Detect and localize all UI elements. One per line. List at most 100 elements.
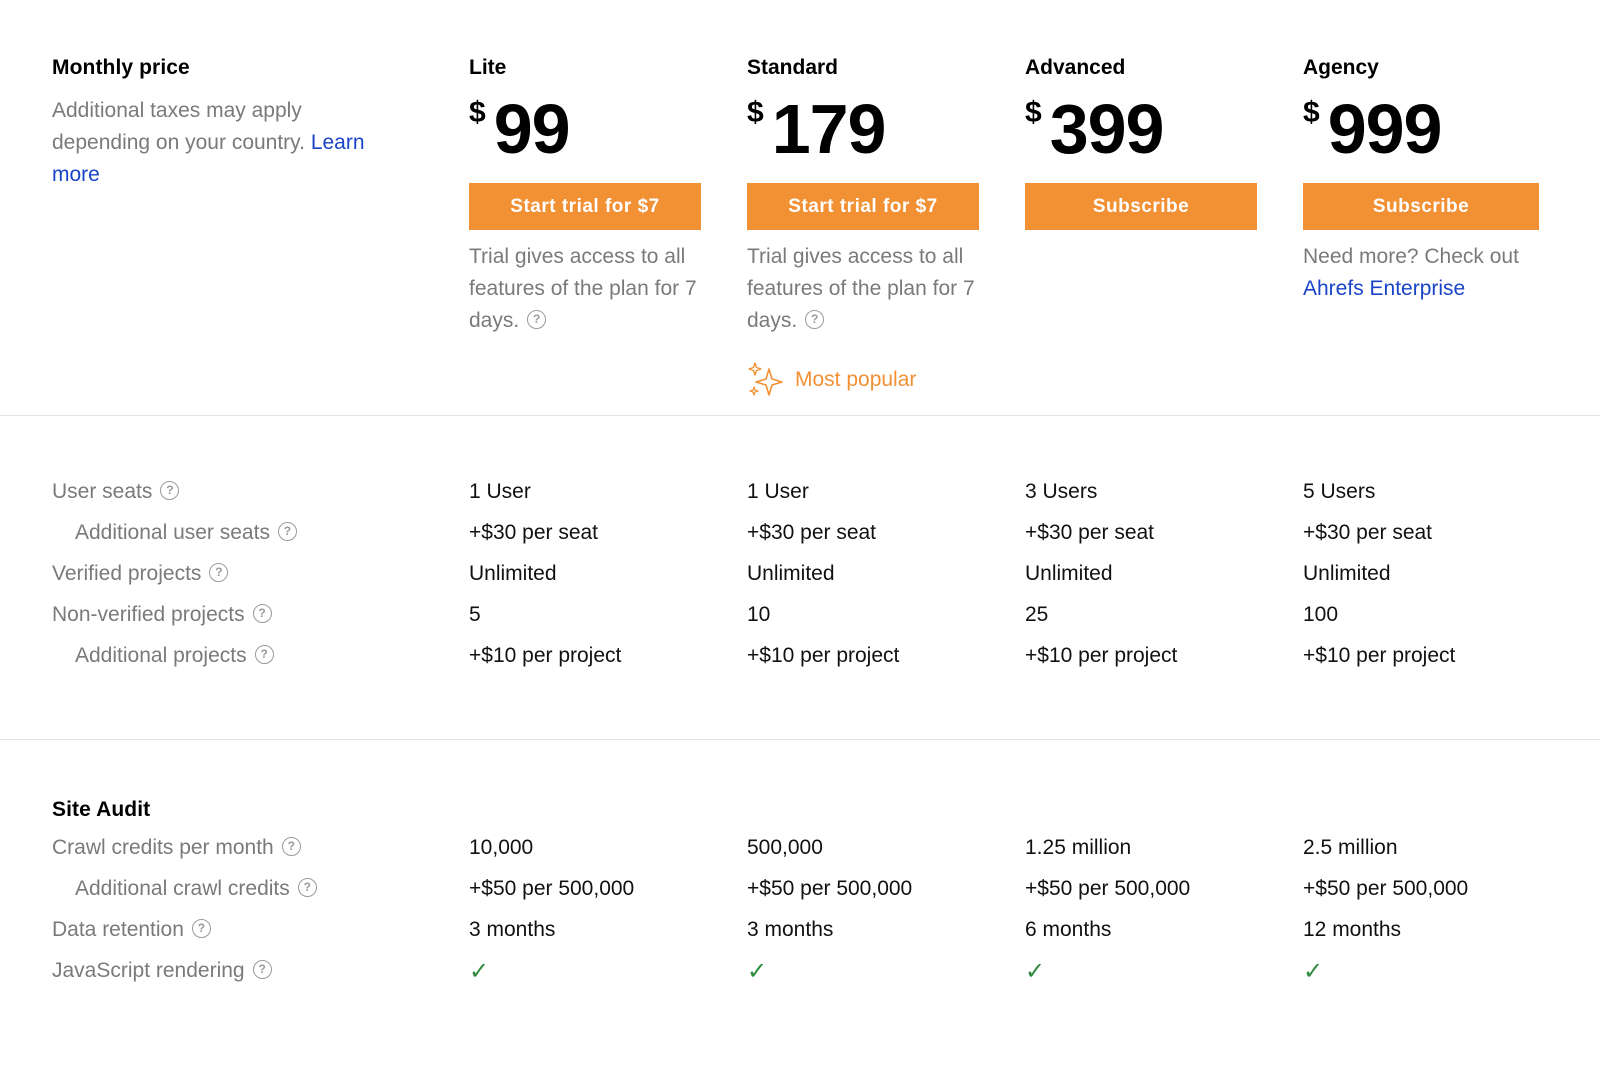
plan-name: Lite [469, 56, 507, 79]
taxes-note-text: Additional taxes may apply depending on … [52, 99, 305, 154]
help-icon[interactable]: ? [160, 480, 180, 500]
feature-value: +$50 per 500,000 [747, 877, 913, 900]
feature-label-text: Verified projects [52, 562, 202, 585]
feature-row: Crawl credits per month? 10,000 500,000 1.2… [0, 836, 1600, 866]
currency-symbol: $ [747, 96, 764, 129]
plan-price: $ 179 [747, 94, 983, 164]
help-icon[interactable]: ? [297, 877, 317, 897]
feature-value: 1 User [747, 480, 809, 503]
check-icon: ✓ [1025, 958, 1046, 985]
feature-value: +$10 per project [1025, 644, 1178, 667]
currency-symbol: $ [469, 96, 486, 129]
feature-value: +$50 per 500,000 [469, 877, 635, 900]
feature-row: Non-verified projects? 5 10 25 100 [0, 603, 1600, 633]
feature-value: 100 [1303, 603, 1339, 626]
feature-label-text: Crawl credits per month [52, 836, 274, 859]
feature-value: +$30 per seat [747, 521, 877, 544]
feature-value: 3 months [469, 918, 556, 941]
feature-value: +$10 per project [469, 644, 622, 667]
plan-column-agency: Agency $ 999 Subscribe Need more? Check … [1303, 56, 1553, 305]
feature-label-text: Non-verified projects [52, 603, 245, 626]
feature-row: User seats? 1 User 1 User 3 Users 5 Users [0, 480, 1600, 510]
start-trial-button[interactable]: Start trial for $7 [469, 183, 701, 230]
feature-label-text: Data retention [52, 918, 184, 941]
most-popular-label: Most popular [795, 368, 917, 391]
feature-value: Unlimited [1303, 562, 1391, 585]
currency-symbol: $ [1025, 96, 1042, 129]
feature-value: 5 [469, 603, 481, 626]
enterprise-note-text: Need more? Check out [1303, 245, 1519, 268]
check-icon: ✓ [469, 958, 490, 985]
ahrefs-enterprise-link[interactable]: Ahrefs Enterprise [1303, 277, 1465, 300]
currency-symbol: $ [1303, 96, 1320, 129]
help-icon[interactable]: ? [252, 959, 272, 979]
help-icon[interactable]: ? [252, 603, 272, 623]
site-audit-title: Site Audit [52, 798, 151, 821]
feature-label-text: User seats [52, 480, 153, 503]
help-icon[interactable]: ? [209, 562, 229, 582]
feature-label-text: JavaScript rendering [52, 959, 245, 982]
feature-value: +$50 per 500,000 [1303, 877, 1469, 900]
plan-column-lite: Lite $ 99 Start trial for $7 Trial gives… [469, 56, 705, 337]
plan-name: Advanced [1025, 56, 1126, 79]
feature-value: 2.5 million [1303, 836, 1398, 859]
feature-value: 25 [1025, 603, 1049, 626]
trial-note-text: Trial gives access to all features of th… [469, 245, 697, 332]
feature-row: Additional crawl credits? +$50 per 500,00… [0, 877, 1600, 907]
feature-row: JavaScript rendering? ✓ ✓ ✓ ✓ [0, 958, 1600, 989]
most-popular-badge: Most popular [747, 361, 983, 399]
feature-label: Verified projects? [52, 562, 229, 586]
help-icon[interactable]: ? [527, 309, 547, 329]
feature-value: Unlimited [1025, 562, 1113, 585]
help-icon[interactable]: ? [805, 309, 825, 329]
feature-label-text: Additional projects [75, 644, 247, 667]
help-icon[interactable]: ? [277, 521, 297, 541]
help-icon[interactable]: ? [281, 836, 301, 856]
feature-value: Unlimited [747, 562, 835, 585]
start-trial-button[interactable]: Start trial for $7 [747, 183, 979, 230]
feature-row: Data retention? 3 months 3 months 6 months 1… [0, 918, 1600, 948]
feature-value: +$30 per seat [469, 521, 599, 544]
help-icon[interactable]: ? [191, 918, 211, 938]
feature-value: 5 Users [1303, 480, 1376, 503]
plan-column-standard: Standard $ 179 Start trial for $7 Trial … [747, 56, 983, 399]
subscribe-button[interactable]: Subscribe [1303, 183, 1539, 230]
feature-label: Additional projects? [75, 644, 274, 668]
feature-value: 1 User [469, 480, 531, 503]
feature-value: 3 months [747, 918, 834, 941]
feature-label-text: Additional crawl credits [75, 877, 290, 900]
feature-value: 10 [747, 603, 771, 626]
check-icon: ✓ [747, 958, 768, 985]
feature-label: Additional crawl credits? [75, 877, 317, 901]
section-divider [0, 415, 1600, 416]
feature-value: 6 months [1025, 918, 1112, 941]
feature-value: 10,000 [469, 836, 534, 859]
feature-value: +$50 per 500,000 [1025, 877, 1191, 900]
feature-label: Data retention? [52, 918, 211, 942]
feature-label: User seats? [52, 480, 180, 504]
feature-value: +$30 per seat [1303, 521, 1433, 544]
plan-column-advanced: Advanced $ 399 Subscribe [1025, 56, 1261, 230]
price-amount: 399 [1049, 90, 1165, 168]
plan-name: Agency [1303, 56, 1379, 79]
feature-value: 1.25 million [1025, 836, 1132, 859]
check-icon: ✓ [1303, 958, 1324, 985]
plan-price: $ 999 [1303, 94, 1553, 164]
price-amount: 99 [493, 90, 571, 168]
feature-value: 12 months [1303, 918, 1402, 941]
feature-label: Additional user seats? [75, 521, 297, 545]
feature-label: JavaScript rendering? [52, 959, 272, 983]
feature-row: Additional projects? +$10 per project +$10… [0, 644, 1600, 674]
subscribe-button[interactable]: Subscribe [1025, 183, 1257, 230]
enterprise-note: Need more? Check out Ahrefs Enterprise [1303, 241, 1553, 305]
sparkle-icon [748, 362, 783, 396]
section-divider [0, 739, 1600, 740]
feature-value: +$10 per project [1303, 644, 1456, 667]
feature-value: Unlimited [469, 562, 557, 585]
help-icon[interactable]: ? [254, 644, 274, 664]
price-amount: 999 [1327, 90, 1443, 168]
plan-name: Standard [747, 56, 839, 79]
monthly-price-title: Monthly price [52, 56, 190, 79]
feature-value: 500,000 [747, 836, 823, 859]
taxes-note: Additional taxes may apply depending on … [52, 95, 402, 191]
